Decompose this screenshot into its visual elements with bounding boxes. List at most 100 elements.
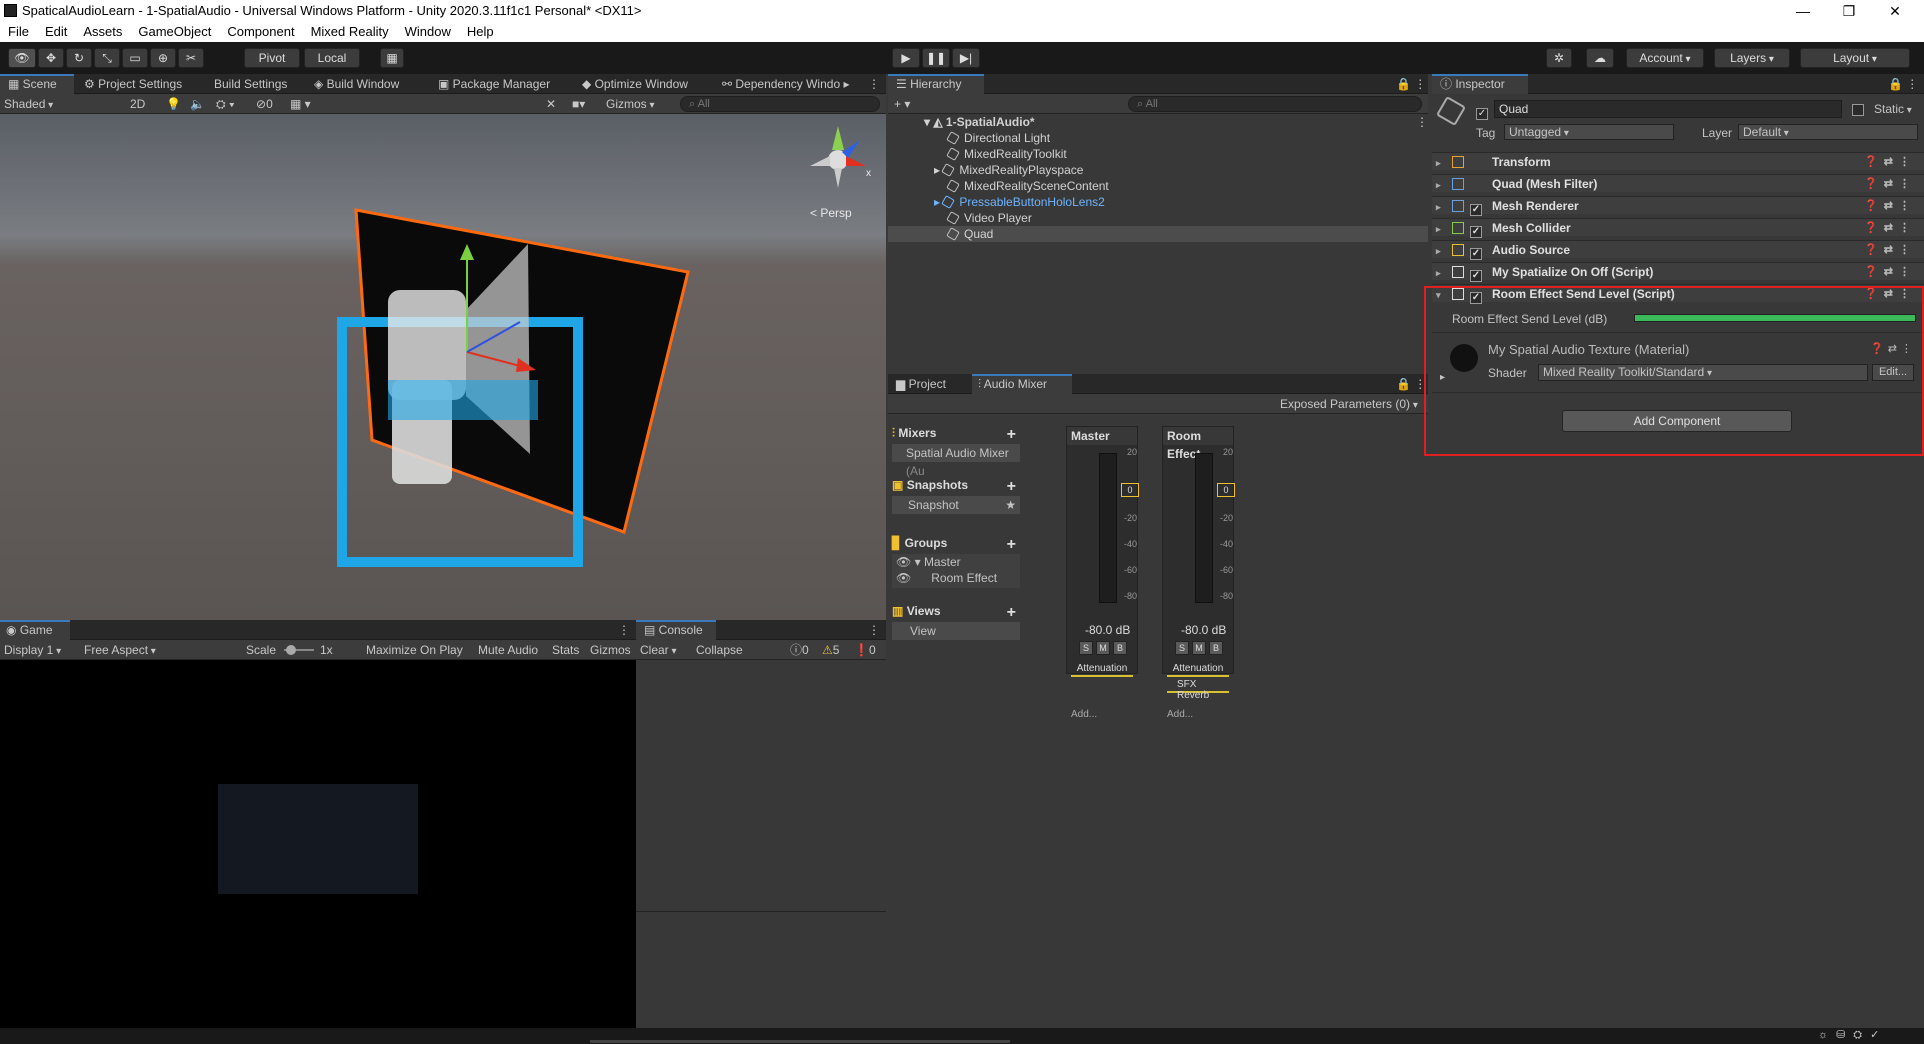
tab-console[interactable]: ▤ Console [636,620,716,640]
menu-gameobject[interactable]: GameObject [130,22,219,41]
view-tool-icon[interactable]: 👁 [8,48,36,68]
enable-checkbox[interactable]: ✓ [1470,219,1486,238]
menu-edit[interactable]: Edit [37,22,75,41]
layer-dropdown[interactable]: Default [1738,124,1918,140]
component-menu-icons[interactable]: ❓⇄⋮ [1864,153,1916,171]
tab-optimize-window[interactable]: ◆ Optimize Window [582,74,688,94]
game-menu-icon[interactable]: ⋮ [618,620,630,640]
active-checkbox[interactable]: ✓ [1476,102,1488,120]
warning-count[interactable]: ⚠5 [822,642,839,658]
enable-checkbox[interactable]: ✓ [1470,285,1486,304]
eye-icon[interactable]: 👁 [896,555,911,569]
scene-view[interactable]: x < Persp [0,114,886,620]
rect-tool-icon[interactable]: ▭ [122,48,148,68]
enable-checkbox[interactable]: ✓ [1470,263,1486,282]
lighting-icon[interactable]: 💡 [166,96,181,112]
grid-snap-icon[interactable]: ▦ [380,48,404,68]
effect-sfx-reverb[interactable]: SFX Reverb [1167,679,1229,701]
layers-dropdown[interactable]: Layers [1714,48,1790,68]
component-menu-icons[interactable]: ❓⇄⋮ [1864,175,1916,193]
scene-search-input[interactable]: ⌕ All [680,96,880,112]
component-row[interactable]: ▸ ✓ Mesh Renderer ❓⇄⋮ [1432,196,1924,216]
pause-button[interactable]: ❚❚ [922,48,950,68]
static-checkbox[interactable] [1852,102,1864,117]
mute-button[interactable]: M [1192,641,1206,655]
component-menu-icons[interactable]: ❓⇄⋮ [1864,263,1916,281]
layout-dropdown[interactable]: Layout [1800,48,1910,68]
add-effect-button[interactable]: Add... [1167,709,1193,720]
console-menu-icon[interactable]: ⋮ [868,620,880,640]
hierarchy-search-input[interactable]: ⌕ All [1128,96,1422,112]
solo-button[interactable]: S [1079,641,1093,655]
hierarchy-add-icon[interactable]: + ▾ [894,96,910,112]
add-view-button[interactable]: + [1007,604,1016,622]
foldout-icon[interactable]: ▾ [1432,286,1446,304]
enable-checkbox[interactable]: ✓ [1470,241,1486,260]
scene-root[interactable]: ▾ ◭ 1-SpatialAudio* [924,114,1035,130]
play-button[interactable]: ▶ [892,48,920,68]
add-mixer-button[interactable]: + [1007,426,1016,444]
grid-icon[interactable]: ▦ ▾ [290,96,311,112]
bypass-button[interactable]: B [1113,641,1127,655]
tools-icon[interactable]: ✕ [546,96,556,112]
hierarchy-item[interactable]: ▸ MixedRealityPlayspace [934,162,1083,178]
component-row[interactable]: ▸ ✓ My Spatialize On Off (Script) ❓⇄⋮ [1432,262,1924,282]
component-row[interactable]: ▾ ✓ Room Effect Send Level (Script) ❓⇄⋮ [1432,284,1924,304]
foldout-icon[interactable]: ▸ [1432,176,1446,194]
tab-project-settings[interactable]: ⚙ Project Settings [84,74,182,94]
hierarchy-item[interactable]: MixedRealitySceneContent [946,178,1109,194]
log-count[interactable]: ⓘ0 [790,642,809,658]
exposed-parameters-dropdown[interactable]: Exposed Parameters (0) [1280,396,1418,412]
camera-icon[interactable]: ■▾ [572,96,585,112]
mute-audio-toggle[interactable]: Mute Audio [478,642,538,658]
mute-button[interactable]: M [1096,641,1110,655]
close-icon[interactable]: ✕ [1872,0,1918,22]
eye-icon[interactable]: 👁 [896,571,911,585]
maximize-on-play-toggle[interactable]: Maximize On Play [366,642,463,658]
local-toggle[interactable]: Local [304,48,360,68]
star-icon[interactable]: ★ [1005,496,1016,514]
shading-dropdown[interactable]: Shaded [4,96,116,112]
audio-icon[interactable]: 🔈 [190,96,205,112]
mixer-lock-icon[interactable]: 🔒 ⋮ [1396,374,1426,394]
scene-menu-icon[interactable]: ⋮ [1416,114,1428,130]
hierarchy-lock-icon[interactable]: 🔒 ⋮ [1396,74,1426,94]
component-row[interactable]: ▸ ✓ Mesh Collider ❓⇄⋮ [1432,218,1924,238]
menu-mixed-reality[interactable]: Mixed Reality [303,22,397,41]
error-count[interactable]: ❗0 [854,642,876,658]
hierarchy-item-prefab[interactable]: ▸ PressableButtonHoloLens2 [934,194,1105,210]
move-tool-icon[interactable]: ✥ [38,48,64,68]
component-menu-icons[interactable]: ❓⇄⋮ [1864,197,1916,215]
orientation-gizmo[interactable]: x [810,126,871,188]
console-detail-area[interactable] [636,912,886,1028]
tab-package-manager[interactable]: ▣ Package Manager [438,74,550,94]
foldout-icon[interactable]: ▸ [1432,198,1446,216]
component-menu-icons[interactable]: ❓⇄⋮ [1864,285,1916,303]
aspect-dropdown[interactable]: Free Aspect [84,642,236,658]
shader-dropdown[interactable]: Mixed Reality Toolkit/Standard [1538,364,1868,381]
inspector-lock-icon[interactable]: 🔒 ⋮ [1888,74,1918,94]
menu-help[interactable]: Help [459,22,502,41]
component-row[interactable]: ▸ ✓ Audio Source ❓⇄⋮ [1432,240,1924,260]
add-snapshot-button[interactable]: + [1007,478,1016,496]
step-button[interactable]: ▶| [952,48,980,68]
volume-fader-handle[interactable]: 0 [1121,483,1139,497]
menu-window[interactable]: Window [397,22,459,41]
bypass-button[interactable]: B [1209,641,1223,655]
foldout-icon[interactable]: ▸ [1432,242,1446,260]
restore-icon[interactable]: ❐ [1826,0,1872,22]
tab-hierarchy[interactable]: ☰ Hierarchy [888,74,984,94]
view-item[interactable]: View [892,622,1020,640]
tab-inspector[interactable]: ⓘ Inspector [1432,74,1528,94]
material-foldout-icon[interactable]: ▸ [1440,372,1445,383]
tag-dropdown[interactable]: Untagged [1504,124,1674,140]
hierarchy-item[interactable]: Video Player [946,210,1032,226]
add-group-button[interactable]: + [1007,536,1016,554]
persp-label[interactable]: < Persp [810,206,852,220]
solo-button[interactable]: S [1175,641,1189,655]
pivot-toggle[interactable]: Pivot [244,48,300,68]
scene-menu-icon[interactable]: ⋮ [868,74,880,94]
menu-file[interactable]: File [0,22,37,41]
tab-scene[interactable]: ▦ Scene [0,74,74,94]
hidden-objects-icon[interactable]: ⊘0 [256,96,273,112]
